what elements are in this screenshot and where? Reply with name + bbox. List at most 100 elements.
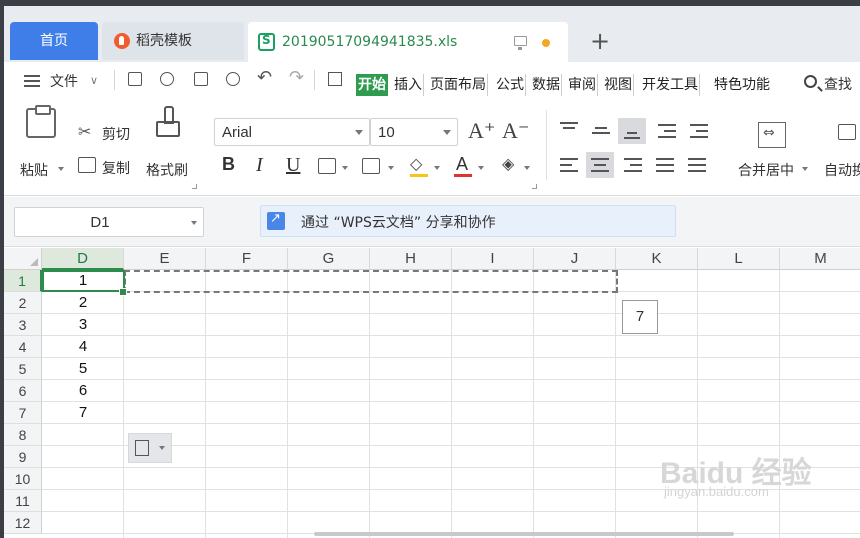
tab-home[interactable]: 首页 [10,22,98,60]
name-box[interactable]: D1 [14,207,204,237]
tab-developer[interactable]: 开发工具 [642,74,700,96]
font-size-select[interactable]: 10 [370,118,458,146]
row-header-5[interactable]: 5 [4,358,42,380]
row-header-6[interactable]: 6 [4,380,42,402]
spreadsheet-grid[interactable]: D E F G H I J K L M 1 2 3 4 5 6 7 8 9 10 11 12 1 2 3 4 5 6 7 7 Baidu 经… [4,248,860,538]
cell-d7[interactable]: 7 [42,402,124,424]
more-tools-icon[interactable] [328,72,342,86]
export-icon[interactable] [160,72,174,86]
distribute-icon[interactable] [688,158,706,172]
align-left-icon[interactable] [560,158,578,172]
justify-icon[interactable] [656,158,674,172]
cut-button[interactable]: 剪切 [102,124,130,144]
row-header-7[interactable]: 7 [4,402,42,424]
brush-icon[interactable] [156,106,180,138]
increase-font-icon[interactable]: A⁺ [468,118,496,144]
undo-icon[interactable] [257,67,272,88]
search-label[interactable]: 查找 [824,74,852,94]
tab-document[interactable]: 20190517094941835.xls [248,22,568,62]
decrease-indent-icon[interactable] [658,124,676,138]
column-header-j[interactable]: J [534,248,616,270]
format-painter-button[interactable]: 格式刷 [146,160,188,180]
cell-d3[interactable]: 3 [42,314,124,336]
fill-handle[interactable] [119,288,127,296]
select-all-corner[interactable] [4,248,42,270]
font-name-select[interactable]: Arial [214,118,370,146]
row-header-10[interactable]: 10 [4,468,42,490]
row-header-4[interactable]: 4 [4,336,42,358]
chevron-down-icon[interactable] [478,166,484,170]
align-bottom-icon[interactable] [618,118,646,144]
scissors-icon[interactable]: ✂ [78,122,91,141]
clipboard-expand-icon[interactable] [192,184,197,189]
row-header-1[interactable]: 1 [4,270,42,292]
cell-d5[interactable]: 5 [42,358,124,380]
print-preview-icon[interactable] [226,72,240,86]
chevron-down-icon[interactable] [58,167,64,171]
column-header-d[interactable]: D [42,248,124,270]
unsaved-dot-icon[interactable] [542,39,550,47]
cell-d6[interactable]: 6 [42,380,124,402]
cell-d2[interactable]: 2 [42,292,124,314]
column-header-l[interactable]: L [698,248,780,270]
column-header-i[interactable]: I [452,248,534,270]
paste-options-button[interactable] [128,433,172,463]
save-icon[interactable] [128,72,142,86]
font-color-button[interactable]: A [456,154,468,175]
cell-d4[interactable]: 4 [42,336,124,358]
wrap-text-icon[interactable] [838,124,856,140]
row-header-3[interactable]: 3 [4,314,42,336]
column-header-h[interactable]: H [370,248,452,270]
align-top-icon[interactable] [560,122,578,136]
decrease-font-icon[interactable]: A⁻ [502,118,530,144]
cloud-share-banner[interactable]: 通过 “WPS云文档” 分享和协作 [260,205,676,237]
active-cell-d1[interactable] [42,270,125,292]
copy-icon[interactable] [78,157,96,173]
chevron-down-icon[interactable] [434,166,440,170]
align-right-icon[interactable] [624,158,642,172]
redo-icon[interactable] [289,67,304,88]
chevron-down-icon[interactable] [802,167,808,171]
align-center-icon[interactable] [586,152,614,178]
tab-start[interactable]: 开始 [356,74,388,96]
column-header-g[interactable]: G [288,248,370,270]
paste-icon[interactable] [26,105,56,138]
chevron-down-icon[interactable]: ∨ [90,74,98,87]
horizontal-scrollbar[interactable] [314,532,734,536]
italic-button[interactable]: I [256,154,263,177]
print-icon[interactable] [194,72,208,86]
fill-bucket-icon[interactable]: ◇ [410,154,422,173]
cell-style-icon[interactable] [362,158,380,174]
search-icon[interactable] [804,75,817,88]
borders-icon[interactable] [318,158,336,174]
new-tab-button[interactable]: + [590,28,610,54]
underline-button[interactable]: U [286,154,300,177]
merge-center-button[interactable]: 合并居中 [738,160,794,180]
chevron-down-icon[interactable] [524,166,530,170]
eraser-icon[interactable]: ◈ [502,154,514,173]
row-header-2[interactable]: 2 [4,292,42,314]
merge-cells-icon[interactable] [758,122,786,148]
column-header-k[interactable]: K [616,248,698,270]
row-header-11[interactable]: 11 [4,490,42,512]
tab-formulas[interactable]: 公式 [496,74,526,96]
copy-button[interactable]: 复制 [102,158,130,178]
column-header-m[interactable]: M [780,248,860,270]
hamburger-icon[interactable] [24,75,40,77]
bold-button[interactable]: B [222,154,235,175]
chevron-down-icon[interactable] [342,166,348,170]
tab-insert[interactable]: 插入 [394,74,424,96]
tab-special[interactable]: 特色功能 [714,74,771,96]
auto-wrap-button[interactable]: 自动换 [824,160,860,180]
font-expand-icon[interactable] [532,184,537,189]
row-header-9[interactable]: 9 [4,446,42,468]
tab-templates[interactable]: 稻壳模板 [102,22,244,60]
file-menu[interactable]: 文件 [50,71,78,91]
row-header-12[interactable]: 12 [4,512,42,534]
row-header-8[interactable]: 8 [4,424,42,446]
tab-review[interactable]: 审阅 [568,74,598,96]
monitor-icon[interactable] [514,36,527,50]
paste-button[interactable]: 粘贴 [20,160,48,180]
increase-indent-icon[interactable] [690,124,708,138]
chevron-down-icon[interactable] [388,166,394,170]
